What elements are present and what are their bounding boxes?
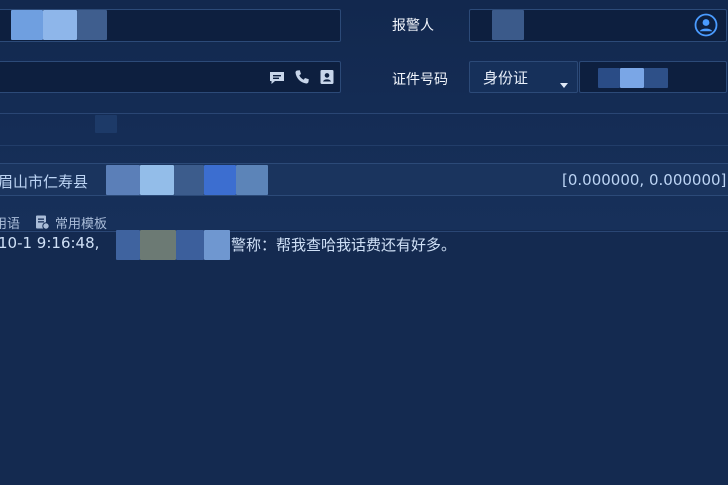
message-panel xyxy=(0,230,728,485)
caller-number-field[interactable] xyxy=(0,9,341,42)
redacted-block xyxy=(77,10,107,40)
redacted-block xyxy=(204,165,236,195)
redacted-block xyxy=(174,165,204,195)
redacted-block xyxy=(106,165,140,195)
redacted-block xyxy=(11,10,43,40)
id-type-selected: 身份证 xyxy=(483,69,529,87)
id-number-field[interactable] xyxy=(579,61,727,93)
divider xyxy=(0,145,728,146)
user-icon[interactable] xyxy=(694,13,718,37)
divider xyxy=(0,113,728,114)
id-type-select[interactable]: 身份证 xyxy=(469,61,578,93)
address-bar[interactable]: 眉山市仁寿县 [0.000000, 0.000000] xyxy=(0,163,728,196)
redacted-block xyxy=(204,230,230,260)
template-icon xyxy=(34,214,50,230)
redacted-block xyxy=(43,10,77,40)
reporter-name-field[interactable] xyxy=(469,9,727,42)
divider xyxy=(0,231,728,232)
redacted-block xyxy=(492,10,524,40)
contact-card-icon[interactable] xyxy=(318,68,336,86)
reporter-label: 报警人 xyxy=(392,18,434,34)
contact-field[interactable] xyxy=(0,61,341,93)
id-number-label: 证件号码 xyxy=(392,72,448,88)
message-timestamp: 10-1 9:16:48, xyxy=(0,234,100,252)
redacted-block xyxy=(644,68,668,88)
caret-down-icon xyxy=(560,74,568,88)
message-icon[interactable] xyxy=(268,69,286,87)
redacted-block xyxy=(116,230,140,260)
phrases-button[interactable]: 用语 xyxy=(0,213,20,232)
redacted-block xyxy=(176,230,204,260)
redacted-block xyxy=(140,165,174,195)
message-text: 警称：帮我查哈我话费还有好多。 xyxy=(231,236,457,254)
redacted-block xyxy=(95,115,117,133)
templates-button[interactable]: 常用模板 xyxy=(55,213,107,232)
redacted-block xyxy=(236,165,268,195)
phone-icon[interactable] xyxy=(293,68,311,86)
coordinates-text: [0.000000, 0.000000] xyxy=(562,171,727,189)
redacted-block xyxy=(598,68,620,88)
redacted-block xyxy=(620,68,644,88)
address-text: 眉山市仁寿县 xyxy=(0,173,89,191)
redacted-block xyxy=(140,230,176,260)
